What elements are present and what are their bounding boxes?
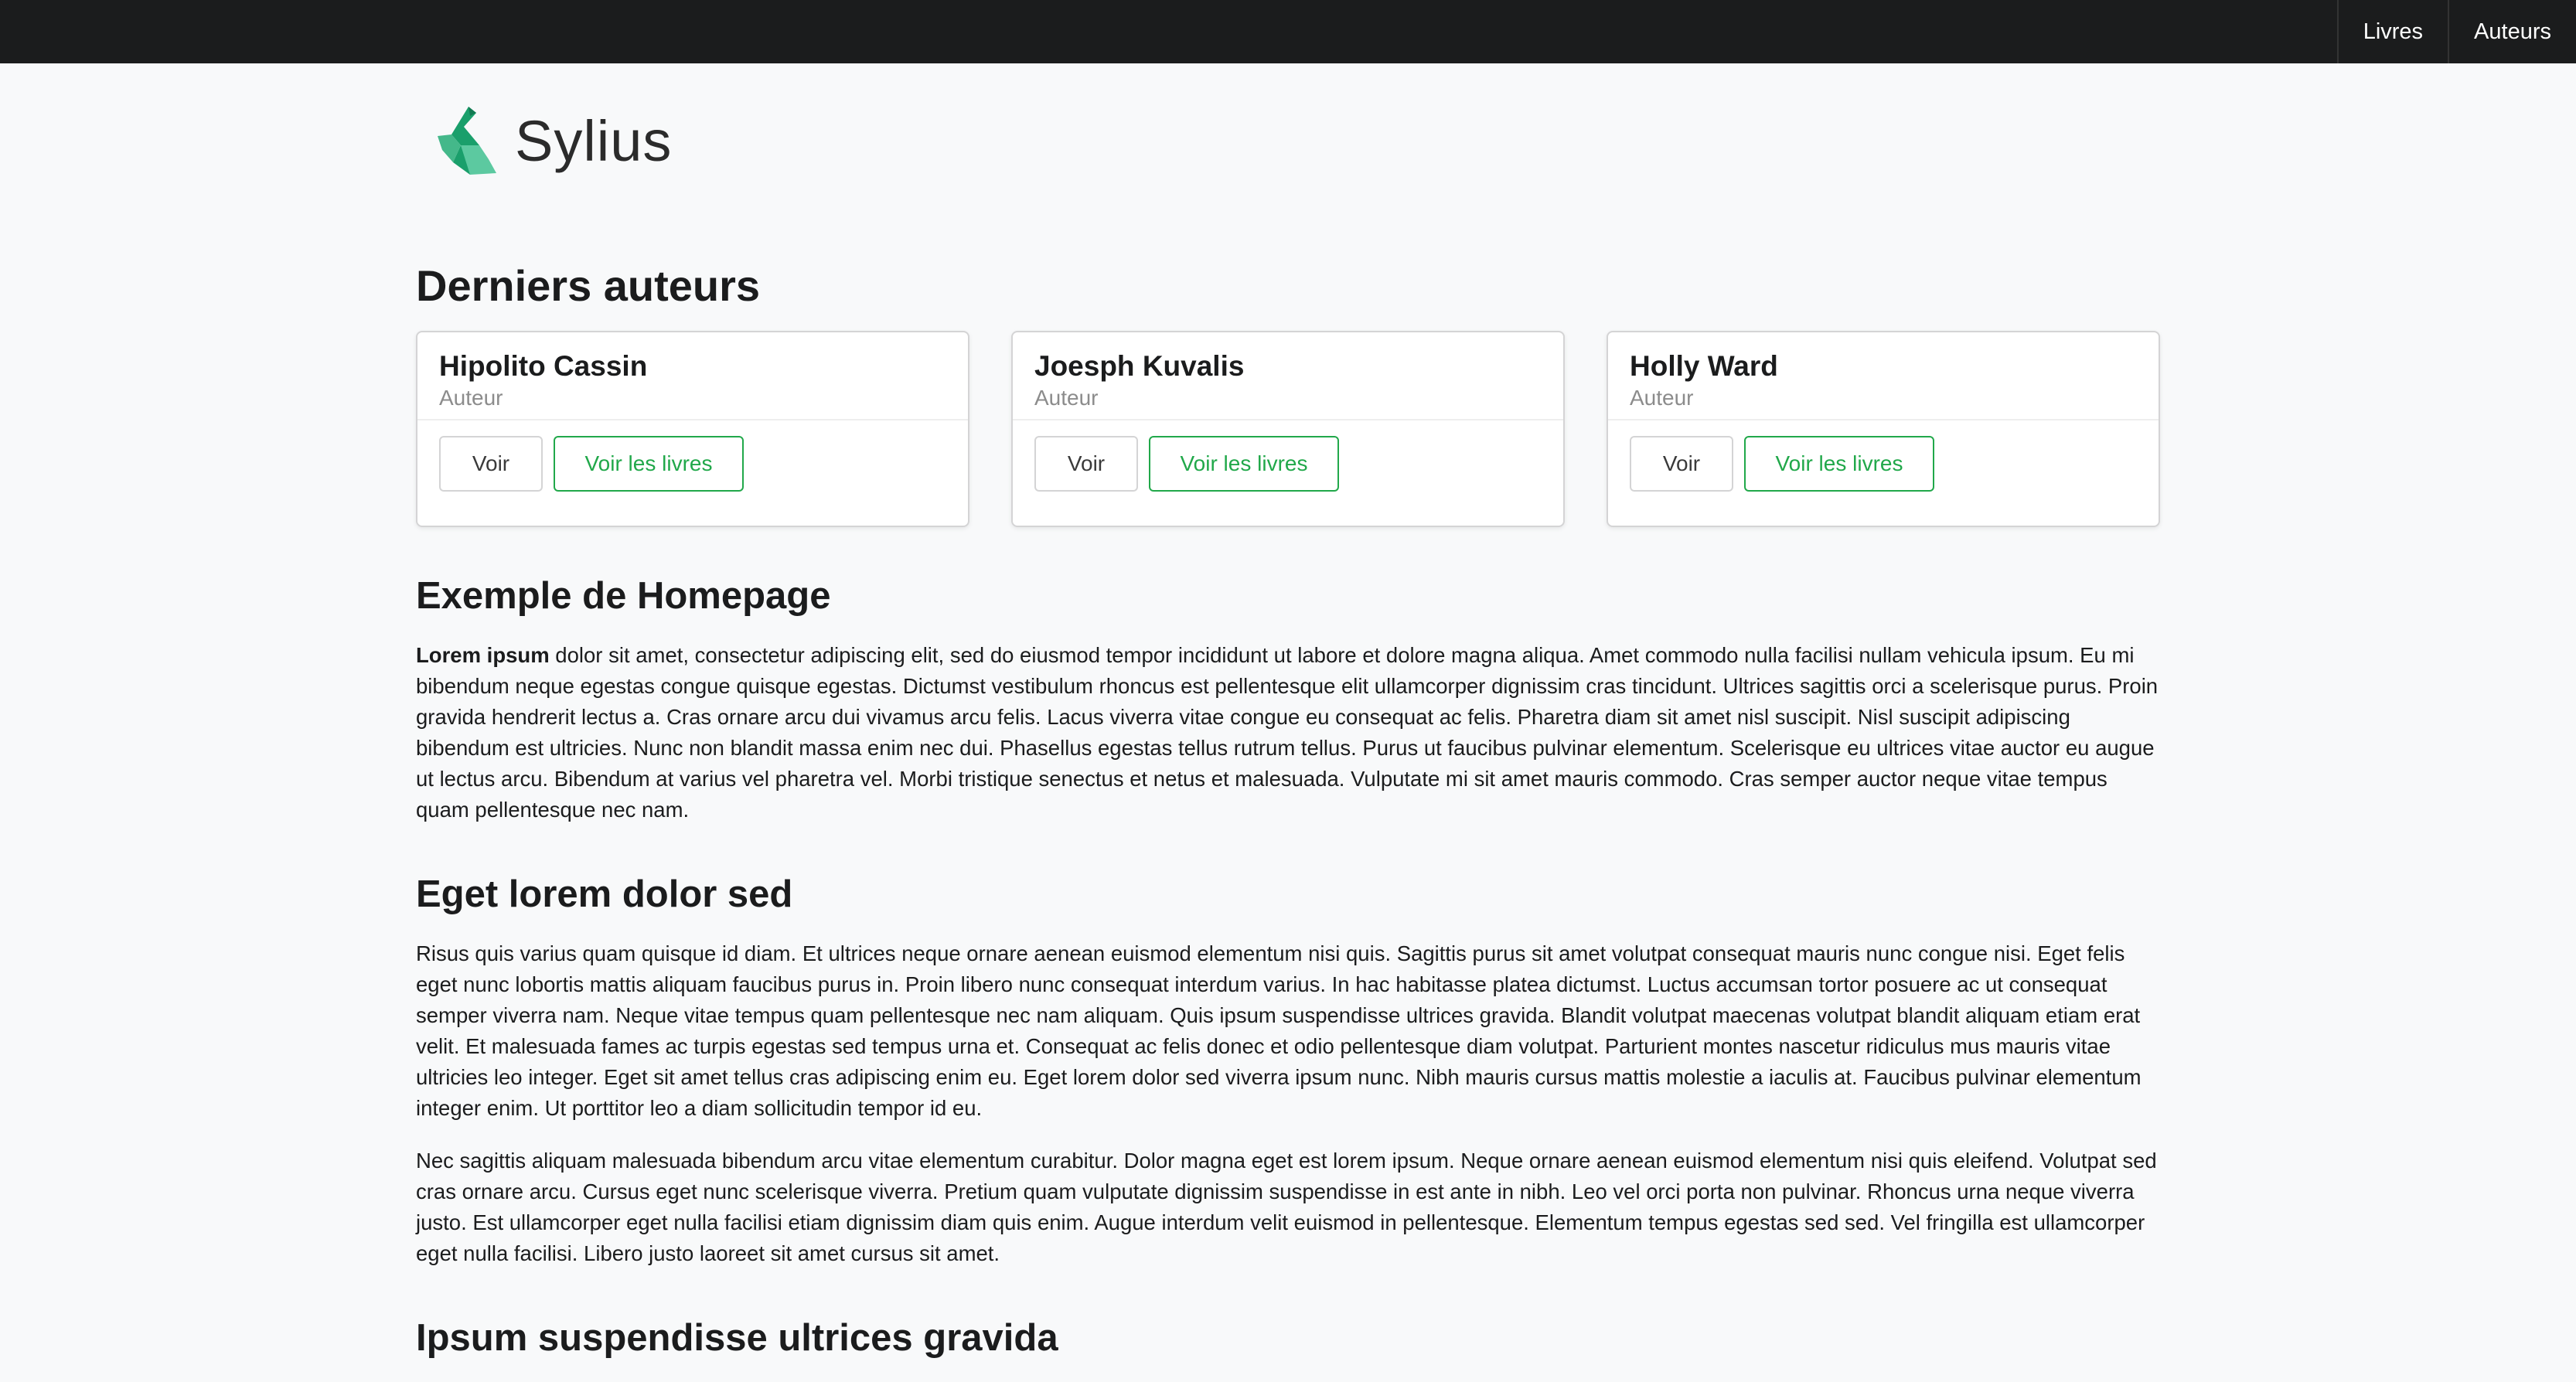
site-logo[interactable]: Sylius: [434, 105, 672, 176]
author-card-actions: Voir Voir les livres: [1608, 420, 2159, 507]
author-card: Hipolito Cassin Auteur Voir Voir les liv…: [416, 331, 969, 527]
author-card-header: Joesph Kuvalis Auteur: [1013, 332, 1563, 420]
article-subheading: Eget lorem dolor sed: [416, 873, 793, 915]
article-subheading: Ipsum suspendisse ultrices gravida: [416, 1317, 1058, 1359]
author-role: Auteur: [1630, 386, 1694, 410]
paragraph-text: dolor sit amet, consectetur adipiscing e…: [416, 643, 2159, 822]
author-card-actions: Voir Voir les livres: [417, 420, 968, 507]
author-role: Auteur: [439, 386, 503, 410]
view-author-button[interactable]: Voir: [1034, 436, 1138, 492]
author-role: Auteur: [1034, 386, 1099, 410]
top-navbar: Livres Auteurs: [0, 0, 2576, 63]
author-name: Joesph Kuvalis: [1034, 350, 1245, 382]
author-card-header: Holly Ward Auteur: [1608, 332, 2159, 420]
bold-lead-text: Lorem ipsum: [416, 643, 550, 667]
author-card-header: Hipolito Cassin Auteur: [417, 332, 968, 420]
author-name: Holly Ward: [1630, 350, 1778, 382]
nav-link-livres[interactable]: Livres: [2336, 0, 2448, 63]
nav-link-auteurs[interactable]: Auteurs: [2448, 0, 2576, 63]
article-paragraph: Lorem ipsum dolor sit amet, consectetur …: [416, 640, 2160, 825]
sylius-swan-icon: [438, 107, 496, 175]
homepage-example-heading: Exemple de Homepage: [416, 575, 831, 617]
author-card: Holly Ward Auteur Voir Voir les livres: [1607, 331, 2160, 527]
author-name: Hipolito Cassin: [439, 350, 648, 382]
view-books-button[interactable]: Voir les livres: [554, 436, 744, 492]
view-author-button[interactable]: Voir: [439, 436, 543, 492]
author-cards: Hipolito Cassin Auteur Voir Voir les liv…: [416, 331, 2160, 527]
author-card-actions: Voir Voir les livres: [1013, 420, 1563, 507]
article-paragraph: Risus quis varius quam quisque id diam. …: [416, 941, 2142, 1120]
logo-wordmark: Sylius: [515, 108, 673, 173]
main-content: Derniers auteurs Hipolito Cassin Auteur …: [416, 247, 2160, 1382]
view-author-button[interactable]: Voir: [1630, 436, 1733, 492]
author-card: Joesph Kuvalis Auteur Voir Voir les livr…: [1011, 331, 1565, 527]
latest-authors-heading: Derniers auteurs: [416, 261, 761, 310]
view-books-button[interactable]: Voir les livres: [1149, 436, 1339, 492]
top-nav-menu: Livres Auteurs: [2336, 0, 2576, 63]
view-books-button[interactable]: Voir les livres: [1744, 436, 1934, 492]
article-paragraph: Nec sagittis aliquam malesuada bibendum …: [416, 1149, 2157, 1265]
